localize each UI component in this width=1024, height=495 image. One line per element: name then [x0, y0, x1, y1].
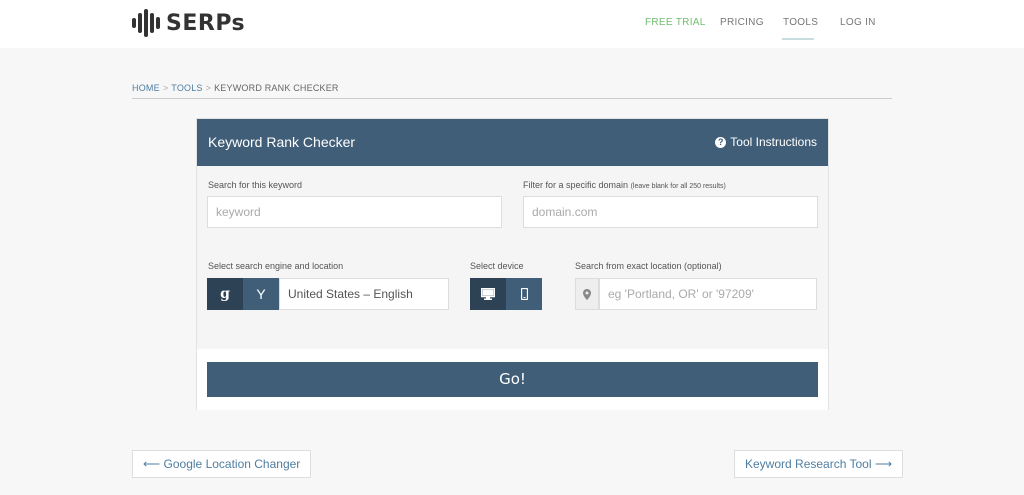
- map-pin-icon: [583, 288, 591, 300]
- card-footer: Go!: [197, 349, 828, 410]
- breadcrumb: HOME > TOOLS > KEYWORD RANK CHECKER: [132, 83, 339, 93]
- next-tool-link[interactable]: Keyword Research Tool ⟶: [734, 450, 904, 478]
- device-label: Select device: [470, 261, 524, 271]
- yahoo-engine-button[interactable]: Y: [243, 278, 279, 310]
- prev-tool-link[interactable]: ⟵ Google Location Changer: [132, 450, 312, 478]
- breadcrumb-tools[interactable]: TOOLS: [171, 83, 202, 93]
- domain-input[interactable]: domain.com: [523, 196, 818, 228]
- exact-location-input[interactable]: eg 'Portland, OR' or '97209': [599, 278, 817, 310]
- breadcrumb-separator: >: [205, 83, 212, 93]
- desktop-icon: [481, 288, 495, 300]
- mobile-device-button[interactable]: [506, 278, 542, 310]
- tool-instructions-label: Tool Instructions: [730, 135, 817, 149]
- yahoo-icon: Y: [256, 286, 266, 302]
- site-header: SERPs FREE TRIAL PRICING TOOLS LOG IN: [0, 0, 1024, 48]
- domain-hint: (leave blank for all 250 results): [630, 183, 726, 190]
- breadcrumb-current: KEYWORD RANK CHECKER: [214, 83, 339, 93]
- card-title: Keyword Rank Checker: [208, 134, 356, 150]
- breadcrumb-separator: >: [162, 83, 169, 93]
- card-form: Search for this keyword keyword Filter f…: [197, 166, 828, 349]
- rank-checker-card: Keyword Rank Checker ? Tool Instructions…: [196, 118, 829, 410]
- location-pin-addon: [575, 278, 599, 310]
- tool-instructions-link[interactable]: ? Tool Instructions: [715, 135, 817, 149]
- location-select[interactable]: United States – English: [279, 278, 449, 310]
- nav-pricing[interactable]: PRICING: [720, 17, 764, 28]
- google-icon: g: [220, 286, 230, 302]
- mobile-icon: [520, 288, 528, 300]
- breadcrumb-divider: [132, 98, 892, 99]
- question-circle-icon: ?: [715, 136, 727, 148]
- exact-location-label: Search from exact location (optional): [575, 261, 722, 271]
- nav-login[interactable]: LOG IN: [840, 17, 876, 28]
- engine-label: Select search engine and location: [208, 261, 344, 271]
- desktop-device-button[interactable]: [470, 278, 506, 310]
- google-engine-button[interactable]: g: [207, 278, 243, 310]
- go-button[interactable]: Go!: [207, 362, 818, 397]
- domain-label: Filter for a specific domain (leave blan…: [523, 180, 726, 190]
- engine-selector: g Y: [207, 278, 279, 310]
- device-selector: [470, 278, 542, 310]
- nav-active-indicator: [782, 38, 814, 40]
- card-header: Keyword Rank Checker ? Tool Instructions: [197, 119, 828, 166]
- keyword-label: Search for this keyword: [208, 180, 303, 190]
- keyword-input[interactable]: keyword: [207, 196, 502, 228]
- nav-tools[interactable]: TOOLS: [783, 17, 818, 28]
- main-nav: FREE TRIAL PRICING TOOLS LOG IN: [0, 17, 1024, 47]
- nav-free-trial[interactable]: FREE TRIAL: [645, 17, 706, 28]
- domain-label-text: Filter for a specific domain: [523, 180, 629, 190]
- breadcrumb-home[interactable]: HOME: [132, 83, 160, 93]
